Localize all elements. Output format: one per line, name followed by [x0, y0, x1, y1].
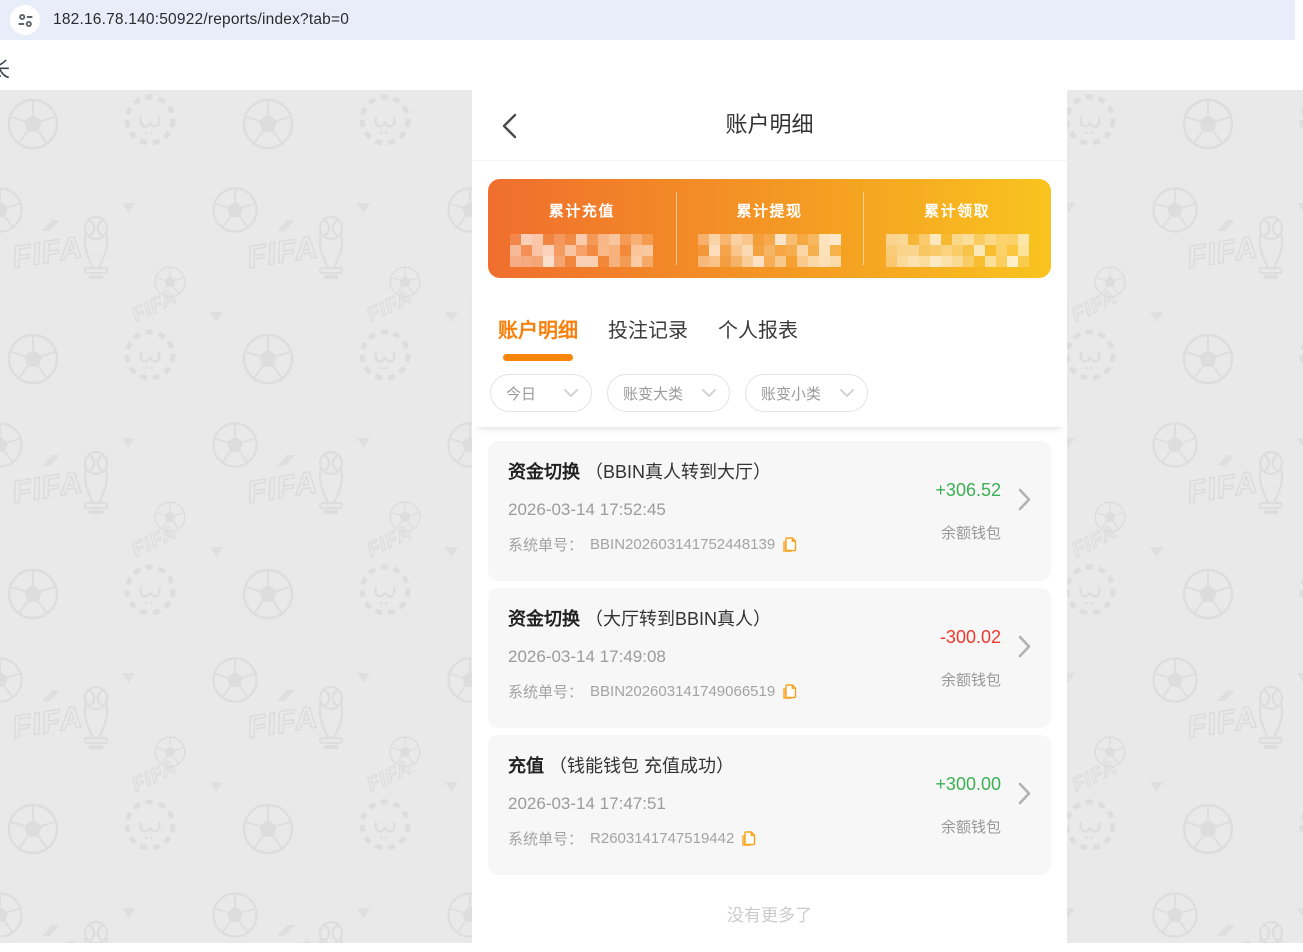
transaction-title: 充值（钱能钱包 充值成功）	[508, 754, 881, 778]
transaction-title: 资金切换（大厅转到BBIN真人）	[508, 607, 881, 631]
transaction-datetime: 2026-03-14 17:52:45	[508, 500, 881, 520]
transaction-type: 资金切换	[508, 462, 580, 482]
url-text[interactable]: 182.16.78.140:50922/reports/index?tab=0	[53, 11, 349, 29]
panel-header: 账户明细	[472, 90, 1067, 161]
stat-total-deposit: 累计充值	[488, 179, 676, 278]
list-end-text: 没有更多了	[488, 882, 1051, 952]
top-white-strip: 长	[0, 40, 1303, 90]
copy-icon[interactable]	[782, 684, 797, 700]
transaction-order-row: 系统单号： BBIN202603141752448139	[508, 534, 881, 555]
masked-value	[886, 234, 1029, 267]
transaction-wallet: 余额钱包	[941, 816, 1001, 837]
filter-bar: 今日 账变大类 账变小类	[490, 374, 1041, 412]
transaction-title: 资金切换（BBIN真人转到大厅）	[508, 460, 881, 484]
order-number: BBIN202603141749066519	[590, 683, 775, 700]
chevron-down-icon	[702, 389, 716, 398]
filter-major-category-dropdown[interactable]: 账变大类	[607, 374, 730, 412]
transaction-wallet: 余额钱包	[941, 669, 1001, 690]
back-button[interactable]	[500, 113, 518, 139]
summary-stats-card: 累计充值 累计提现 累计领取	[488, 179, 1051, 278]
order-label: 系统单号：	[508, 534, 583, 555]
clipped-edge-text: 长	[0, 54, 10, 84]
transaction-type: 充值	[508, 756, 544, 776]
stat-label: 累计领取	[924, 200, 990, 221]
transaction-row[interactable]: 资金切换（大厅转到BBIN真人） 2026-03-14 17:49:08 系统单…	[488, 588, 1051, 728]
transaction-datetime: 2026-03-14 17:47:51	[508, 794, 881, 814]
transaction-datetime: 2026-03-14 17:49:08	[508, 647, 881, 667]
chevron-down-icon	[564, 389, 578, 398]
tab-bar: 账户明细 投注记录 个人报表	[498, 314, 1041, 361]
stat-label: 累计提现	[737, 200, 803, 221]
transaction-detail: （钱能钱包 充值成功）	[549, 756, 734, 776]
stat-total-withdraw: 累计提现	[676, 179, 864, 278]
filter-date-dropdown[interactable]: 今日	[490, 374, 592, 412]
order-label: 系统单号：	[508, 681, 583, 702]
filter-label: 账变大类	[623, 383, 683, 404]
page-title: 账户明细	[472, 90, 1067, 160]
copy-icon[interactable]	[741, 831, 756, 847]
order-label: 系统单号：	[508, 828, 583, 849]
transaction-order-row: 系统单号： R2603141747519442	[508, 828, 881, 849]
stat-total-claim: 累计领取	[863, 179, 1051, 278]
transaction-type: 资金切换	[508, 609, 580, 629]
chevron-right-icon[interactable]	[1018, 782, 1031, 805]
tab-account-detail[interactable]: 账户明细	[498, 314, 578, 361]
tab-personal-report[interactable]: 个人报表	[718, 314, 798, 343]
transaction-amount: +306.52	[935, 480, 1001, 501]
transaction-row[interactable]: 充值（钱能钱包 充值成功） 2026-03-14 17:47:51 系统单号： R…	[488, 735, 1051, 875]
transaction-list: 资金切换（BBIN真人转到大厅） 2026-03-14 17:52:45 系统单…	[472, 427, 1067, 952]
filter-minor-category-dropdown[interactable]: 账变小类	[745, 374, 868, 412]
site-settings-icon[interactable]	[10, 5, 40, 35]
masked-value	[698, 234, 841, 267]
transaction-amount: -300.02	[940, 627, 1001, 648]
filter-label: 账变小类	[761, 383, 821, 404]
chevron-down-icon	[840, 389, 854, 398]
order-number: BBIN202603141752448139	[590, 536, 775, 553]
stat-label: 累计充值	[549, 200, 615, 221]
chevron-right-icon[interactable]	[1018, 488, 1031, 511]
masked-value	[510, 234, 653, 267]
browser-url-bar[interactable]: 182.16.78.140:50922/reports/index?tab=0	[0, 0, 1295, 40]
transaction-detail: （大厅转到BBIN真人）	[585, 609, 771, 629]
order-number: R2603141747519442	[590, 830, 734, 847]
transaction-order-row: 系统单号： BBIN202603141749066519	[508, 681, 881, 702]
tabs-and-filters: 账户明细 投注记录 个人报表 今日 账变大类 账变小类	[472, 278, 1067, 427]
transaction-wallet: 余额钱包	[941, 522, 1001, 543]
account-detail-panel: 账户明细 累计充值 累计提现 累计领取 账户明细 投注记录 个人报表	[472, 90, 1067, 943]
transaction-amount: +300.00	[935, 774, 1001, 795]
transaction-row[interactable]: 资金切换（BBIN真人转到大厅） 2026-03-14 17:52:45 系统单…	[488, 441, 1051, 581]
transaction-detail: （BBIN真人转到大厅）	[585, 462, 771, 482]
page-background: FIFA FIFA 账户明细	[0, 90, 1303, 943]
tab-bet-records[interactable]: 投注记录	[608, 314, 688, 343]
copy-icon[interactable]	[782, 537, 797, 553]
chevron-right-icon[interactable]	[1018, 635, 1031, 658]
filter-label: 今日	[506, 383, 536, 404]
